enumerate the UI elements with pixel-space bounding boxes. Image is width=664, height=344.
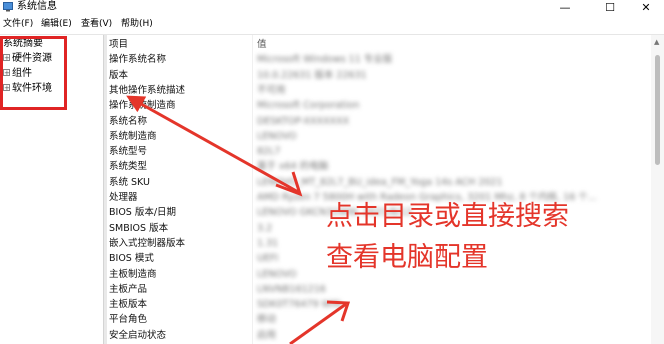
arrow-to-search-icon [289, 302, 347, 344]
annotation-text-line1: 点击目录或直接搜索 [326, 201, 569, 232]
annotation-text-line2: 查看电脑配置 [326, 242, 488, 273]
annotation-arrows [126, 95, 351, 344]
arrow-from-tree-icon [126, 95, 301, 195]
